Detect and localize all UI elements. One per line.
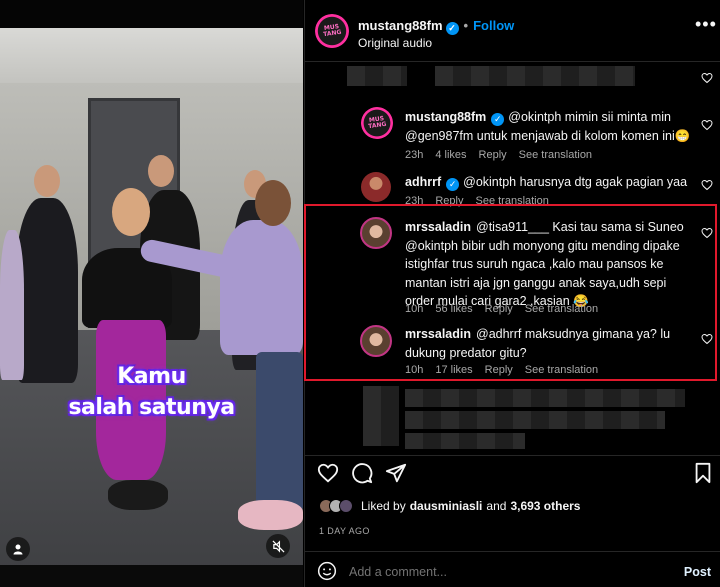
blurred-comment bbox=[405, 411, 665, 429]
comment-meta: 23h 4 likes Reply See translation bbox=[405, 149, 604, 161]
bookmark-icon[interactable] bbox=[692, 462, 714, 484]
blurred-comment bbox=[347, 66, 407, 86]
comment-meta: 23h Reply See translation bbox=[405, 195, 561, 207]
comment-likes[interactable]: 17 likes bbox=[435, 364, 472, 376]
liked-by-line[interactable]: Liked by dausminiasli and 3,693 others bbox=[319, 499, 580, 513]
person-icon bbox=[13, 544, 23, 555]
author-username-row: mustang88fm ✓ • Follow bbox=[358, 18, 514, 35]
see-translation-link[interactable]: See translation bbox=[525, 364, 598, 376]
liked-by-and: and bbox=[486, 499, 507, 513]
comment-avatar[interactable]: MUS TANG bbox=[361, 107, 393, 139]
like-comment-icon[interactable] bbox=[701, 333, 713, 345]
liked-by-user[interactable]: dausminiasli bbox=[410, 499, 483, 513]
comment-username[interactable]: mrssaladin bbox=[405, 327, 471, 341]
reply-button[interactable]: Reply bbox=[485, 303, 513, 315]
video-interviewer-head bbox=[255, 180, 291, 226]
video-floor-shoe bbox=[238, 500, 303, 530]
liker-avatar bbox=[339, 499, 353, 513]
post-header: MUS TANG mustang88fm ✓ • Follow Original au… bbox=[305, 0, 720, 62]
video-caption-line1: Kamu bbox=[117, 364, 186, 389]
reply-button[interactable]: Reply bbox=[435, 195, 463, 207]
comment-avatar[interactable] bbox=[361, 172, 391, 202]
video-caption-line2: salah satunya bbox=[68, 395, 235, 420]
blurred-comment bbox=[435, 66, 635, 86]
video-interviewer bbox=[220, 220, 303, 355]
comment-likes[interactable]: 56 likes bbox=[435, 303, 472, 315]
tagged-people-button[interactable] bbox=[6, 537, 30, 561]
comment-body: mrssaladin @adhrrf maksudnya gimana ya? l… bbox=[405, 325, 695, 362]
post-actions: Liked by dausminiasli and 3,693 others 1… bbox=[305, 455, 720, 550]
see-translation-link[interactable]: See translation bbox=[525, 303, 598, 315]
original-audio-link[interactable]: Original audio bbox=[358, 36, 432, 50]
comment-age: 23h bbox=[405, 195, 424, 207]
comment-age: 10h bbox=[405, 303, 424, 315]
post-timestamp: 1 DAY AGO bbox=[319, 526, 370, 536]
author-username[interactable]: mustang88fm bbox=[358, 18, 443, 33]
comment-username[interactable]: mrssaladin bbox=[405, 220, 471, 234]
comment-likes[interactable]: 4 likes bbox=[435, 149, 466, 161]
like-comment-icon[interactable] bbox=[701, 227, 713, 239]
muted-speaker-icon bbox=[272, 539, 284, 553]
comment-body: mrssaladin @tisa911___ Kasi tau sama si S… bbox=[405, 218, 691, 311]
video-main-subject-head bbox=[112, 188, 150, 236]
comment-body: mustang88fm ✓ @okintph mimin sii minta min… bbox=[405, 108, 695, 145]
liked-by-prefix: Liked by bbox=[361, 499, 406, 513]
see-translation-link[interactable]: See translation bbox=[519, 149, 592, 161]
comment-age: 23h bbox=[405, 149, 424, 161]
like-comment-icon[interactable] bbox=[701, 179, 713, 191]
emoji-icon[interactable] bbox=[317, 561, 337, 581]
post-panel: MUS TANG mustang88fm ✓ • Follow Original au… bbox=[304, 0, 720, 587]
comment-username[interactable]: mustang88fm bbox=[405, 110, 486, 124]
separator-dot: • bbox=[463, 18, 469, 33]
video-bottom-edge bbox=[0, 565, 303, 587]
comments-list[interactable]: MUS TANG mustang88fm ✓ @okintph mimin sii … bbox=[305, 63, 720, 455]
comment-username[interactable]: adhrrf bbox=[405, 175, 441, 189]
blurred-comment bbox=[363, 386, 399, 446]
see-translation-link[interactable]: See translation bbox=[475, 195, 548, 207]
author-avatar[interactable]: MUS TANG bbox=[315, 14, 349, 48]
post-comment-button[interactable]: Post bbox=[684, 565, 711, 579]
comment-age: 10h bbox=[405, 364, 424, 376]
comment-icon[interactable] bbox=[351, 462, 373, 484]
blurred-comment bbox=[405, 389, 685, 407]
blurred-comment bbox=[405, 433, 525, 449]
reply-button[interactable]: Reply bbox=[485, 364, 513, 376]
comment-avatar[interactable] bbox=[360, 217, 392, 249]
video-person-head bbox=[34, 165, 60, 197]
comment-meta: 10h 56 likes Reply See translation bbox=[405, 303, 610, 315]
video-main-subject-shoes bbox=[108, 480, 168, 510]
follow-button[interactable]: Follow bbox=[473, 18, 514, 33]
verified-badge-icon: ✓ bbox=[491, 113, 505, 126]
like-comment-icon[interactable] bbox=[701, 72, 713, 84]
comment-body: adhrrf ✓ @okintph harusnya dtg agak pagian… bbox=[405, 173, 695, 192]
comment-text: @okintph harusnya dtg agak pagian yaa bbox=[463, 175, 688, 189]
video-person-head bbox=[148, 155, 174, 187]
video-ceiling bbox=[0, 28, 303, 83]
comment-meta: 10h 17 likes Reply See translation bbox=[405, 364, 610, 376]
video-person bbox=[0, 230, 24, 380]
heart-icon[interactable] bbox=[317, 462, 339, 484]
comment-avatar[interactable] bbox=[360, 325, 392, 357]
verified-badge-icon: ✓ bbox=[445, 22, 459, 35]
verified-badge-icon: ✓ bbox=[446, 178, 460, 191]
author-avatar-text: MUS TANG bbox=[322, 23, 342, 39]
video-top-edge bbox=[0, 0, 303, 28]
add-comment-bar: Add a comment... Post bbox=[305, 551, 720, 587]
mute-button[interactable] bbox=[266, 534, 290, 558]
video-person bbox=[16, 198, 78, 383]
video-player[interactable]: Kamu salah satunya bbox=[0, 0, 303, 587]
like-comment-icon[interactable] bbox=[701, 119, 713, 131]
share-icon[interactable] bbox=[385, 462, 407, 484]
liked-by-others[interactable]: 3,693 others bbox=[510, 499, 580, 513]
reply-button[interactable]: Reply bbox=[479, 149, 507, 161]
comment-avatar-text: MUS TANG bbox=[367, 115, 387, 131]
add-comment-input[interactable]: Add a comment... bbox=[349, 565, 447, 579]
more-horizontal-icon[interactable]: ••• bbox=[695, 14, 717, 35]
